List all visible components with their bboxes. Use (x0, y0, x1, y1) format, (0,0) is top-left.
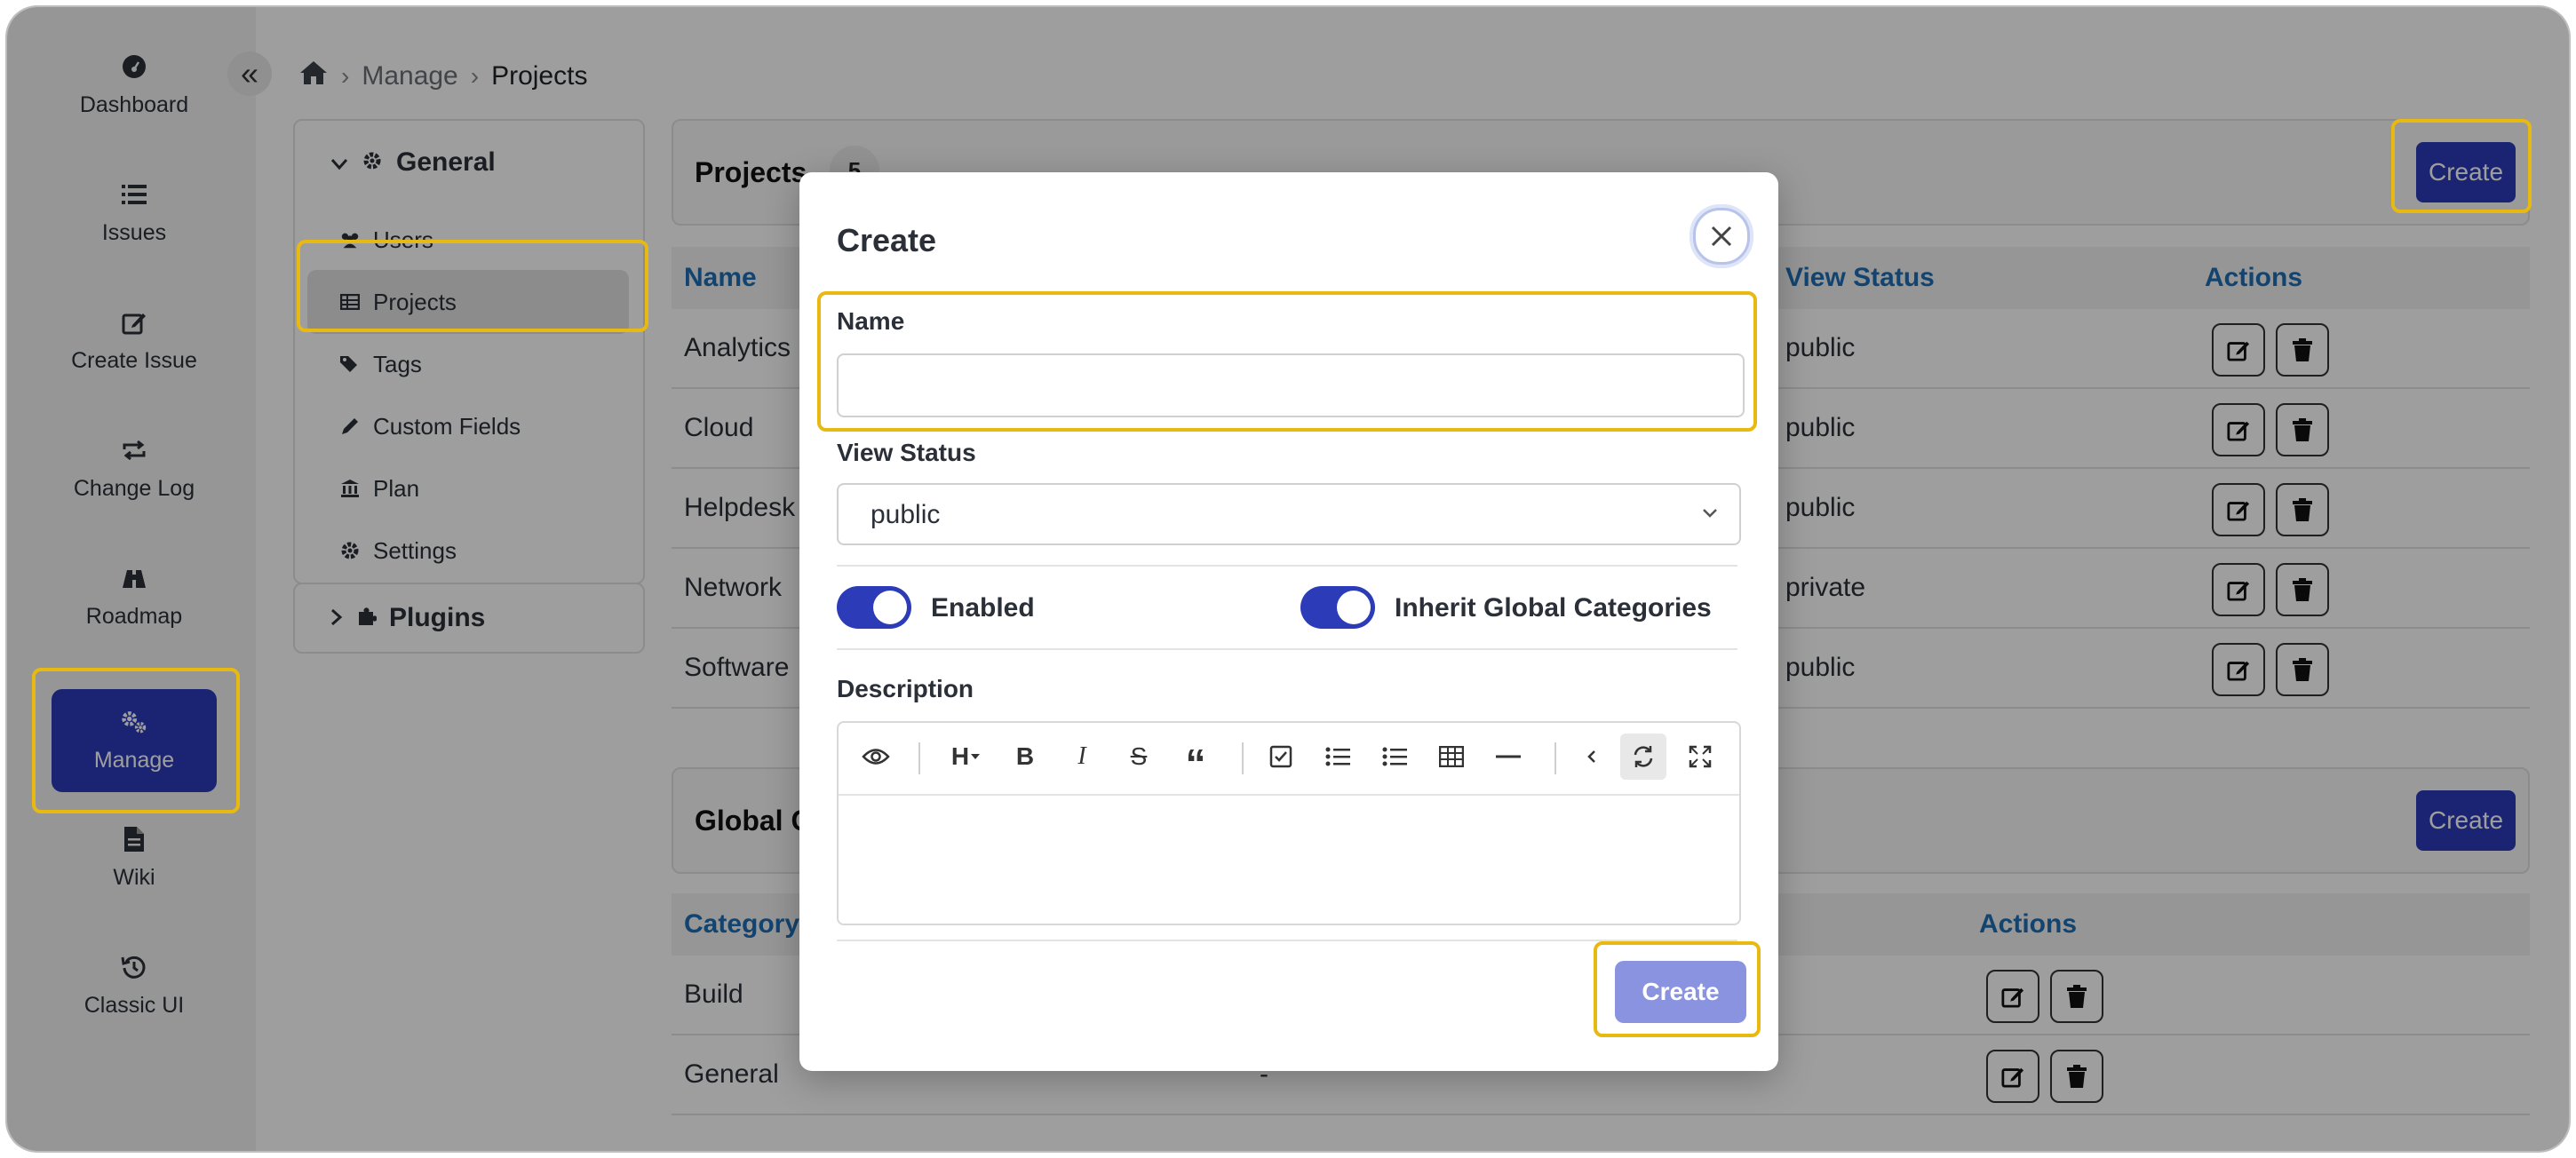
bullet-list-icon (1325, 747, 1350, 766)
view-status-label: View Status (837, 439, 976, 466)
highlight-projects-menu (297, 240, 648, 332)
checklist-button[interactable] (1258, 734, 1304, 780)
strikethrough-button[interactable]: S (1116, 734, 1162, 780)
modal-title: Create (837, 222, 937, 258)
toggle-knob (873, 591, 907, 624)
sync-scroll-button[interactable] (1620, 734, 1666, 780)
enabled-label: Enabled (931, 593, 1035, 623)
quote-icon: “ (1185, 741, 1206, 787)
toolbar-separator (1554, 742, 1556, 774)
toolbar-separator (1242, 742, 1244, 774)
highlight-manage (32, 668, 240, 813)
numbered-list-button[interactable] (1371, 734, 1418, 780)
description-label: Description (837, 675, 974, 702)
heading-icon: H (950, 742, 970, 770)
app-window: Dashboard Issues Create Issue Change Log… (7, 7, 2569, 1151)
italic-button[interactable]: I (1059, 734, 1105, 780)
chevron-down-icon (1700, 501, 1720, 531)
close-icon (1711, 226, 1732, 247)
highlight-submit-create (1594, 941, 1761, 1037)
divider (837, 648, 1737, 650)
toggle-knob (1337, 591, 1371, 624)
view-status-select[interactable]: public (837, 483, 1741, 545)
toolbar-separator (918, 742, 920, 774)
horizontal-rule-icon (1496, 755, 1521, 758)
fullscreen-button[interactable] (1677, 734, 1723, 780)
bold-button[interactable]: B (1002, 734, 1048, 780)
chevron-left-icon (1587, 750, 1595, 763)
create-project-modal: Create Name View Status public Enabled I… (799, 172, 1778, 1071)
view-status-value: public (871, 500, 941, 529)
strikethrough-icon: S (1130, 742, 1148, 770)
table-button[interactable] (1428, 734, 1475, 780)
highlight-name-field (817, 291, 1757, 432)
preview-button[interactable] (853, 734, 899, 780)
inherit-categories-toggle[interactable] (1300, 586, 1375, 629)
numbered-list-icon (1382, 747, 1407, 766)
inherit-categories-label: Inherit Global Categories (1395, 593, 1712, 623)
sync-icon (1634, 746, 1653, 767)
caret-down-icon (971, 754, 981, 759)
bullet-list-button[interactable] (1315, 734, 1361, 780)
heading-button[interactable]: H (936, 734, 997, 780)
horizontal-rule-button[interactable] (1485, 734, 1531, 780)
bold-icon: B (1015, 742, 1035, 770)
highlight-create-project (2391, 119, 2532, 213)
italic-icon: I (1077, 742, 1086, 770)
checkbox-icon (1269, 745, 1292, 768)
divider (837, 565, 1737, 567)
quote-button[interactable]: “ (1173, 734, 1219, 787)
editor-toolbar: H B I S “ (839, 723, 1739, 796)
description-textarea[interactable] (839, 796, 1739, 924)
table-icon (1439, 746, 1464, 767)
fullscreen-icon (1689, 745, 1712, 768)
close-modal-button[interactable] (1693, 208, 1750, 265)
description-editor: H B I S “ (837, 721, 1741, 925)
side-by-side-button[interactable] (1569, 734, 1615, 780)
enabled-toggle[interactable] (837, 586, 911, 629)
eye-icon (862, 749, 890, 765)
